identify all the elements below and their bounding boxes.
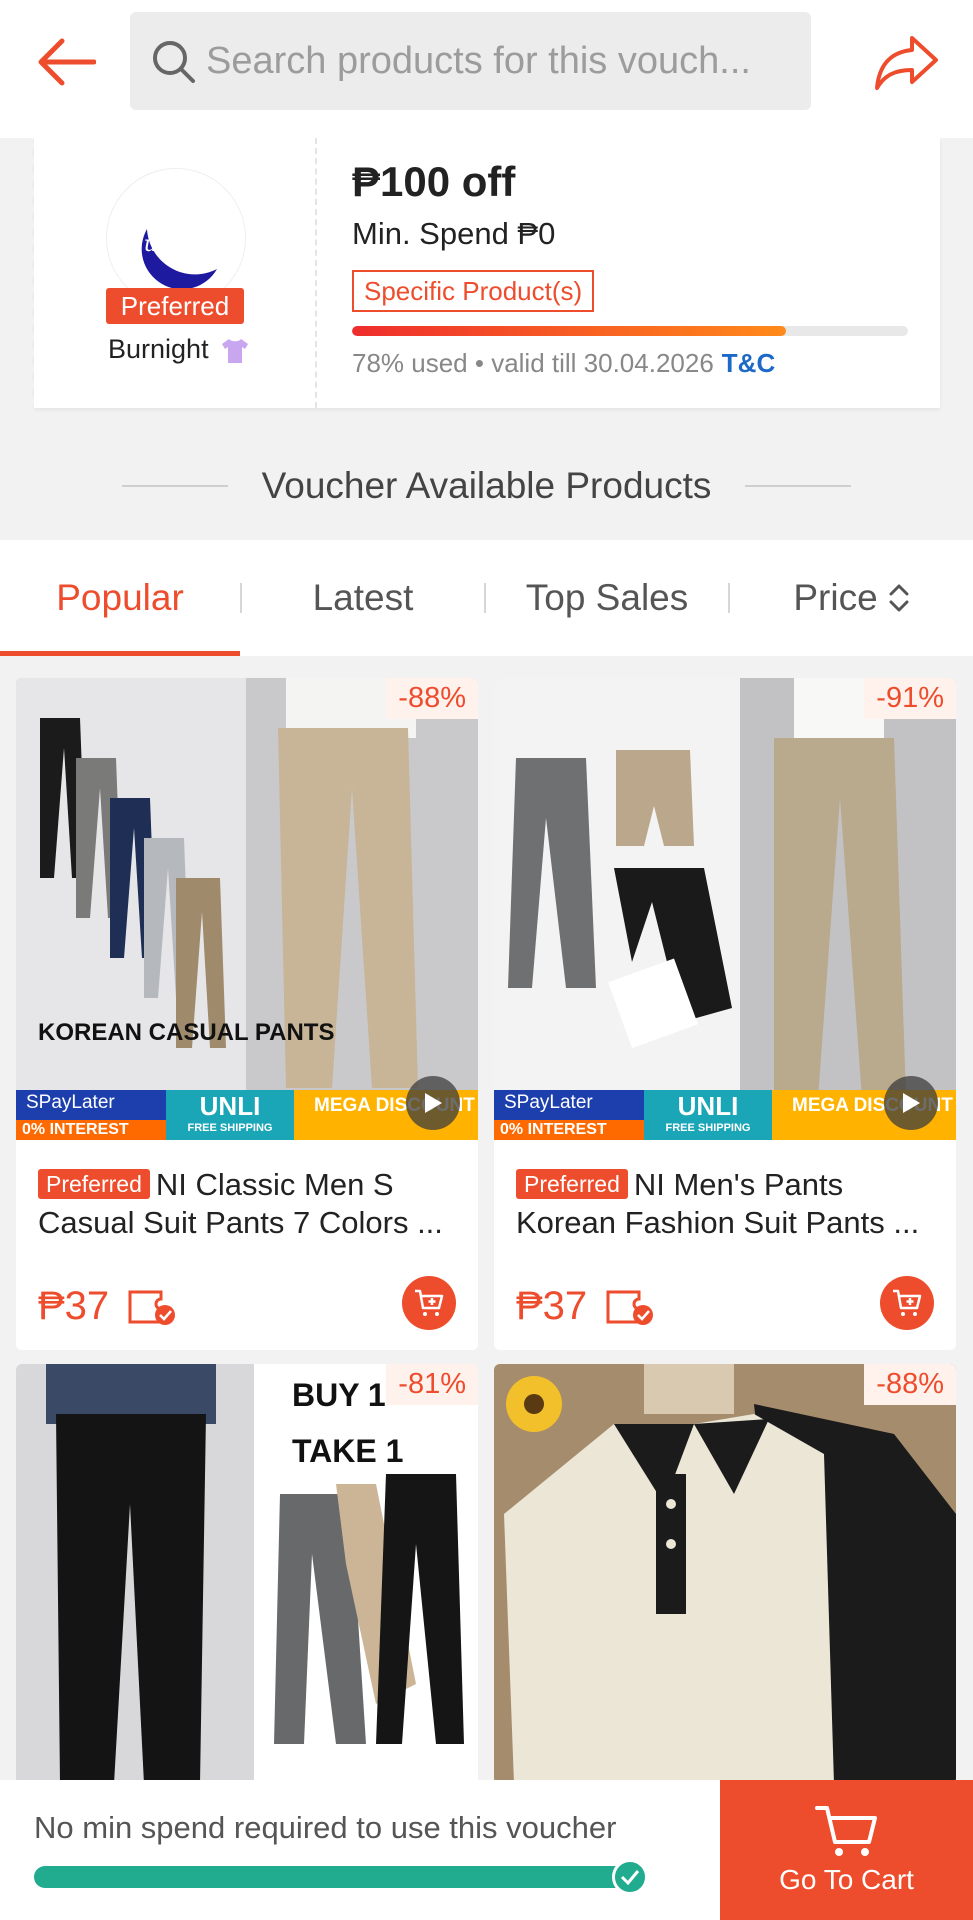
tab-popular[interactable]: Popular (0, 540, 240, 656)
sort-tabs: Popular Latest Top Sales Price (0, 540, 973, 656)
tc-link[interactable]: T&C (722, 348, 775, 378)
divider (121, 485, 228, 487)
product-price-row: ₱37 (38, 1284, 177, 1329)
share-button[interactable] (869, 26, 945, 98)
svg-text:Burnight: Burnight (126, 232, 226, 257)
product-price: ₱37 (38, 1284, 110, 1328)
voucher-usage-text: 78% used • valid till 30.04.2026 (352, 348, 714, 378)
header: Search products for this vouch... (0, 0, 973, 138)
product-price: ₱37 (516, 1284, 588, 1328)
tab-latest[interactable]: Latest (242, 540, 484, 656)
tab-price[interactable]: Price (730, 540, 973, 656)
product-image[interactable]: -88% (494, 1364, 956, 1784)
voucher-icon (128, 1290, 176, 1325)
discount-badge: -88% (864, 1364, 956, 1405)
tshirt-icon (222, 338, 249, 363)
discount-badge: -91% (864, 678, 956, 719)
svg-text:KOREAN CASUAL PANTS: KOREAN CASUAL PANTS (38, 1019, 334, 1046)
play-icon (903, 1093, 920, 1113)
add-to-cart-button[interactable] (880, 1276, 934, 1330)
tab-label: Latest (312, 577, 414, 618)
svg-text:TAKE 1: TAKE 1 (292, 1433, 403, 1469)
product-price-row: ₱37 (516, 1284, 655, 1329)
discount-badge: -81% (386, 1364, 478, 1405)
play-video-button[interactable] (884, 1076, 938, 1130)
section-heading: Voucher Available Products (0, 450, 973, 522)
divider (745, 485, 852, 487)
bottom-bar: No min spend required to use this vouche… (0, 1780, 973, 1920)
min-spend-progress-bar (34, 1866, 640, 1888)
spaylater-badge: SPayLater 0% INTEREST (16, 1090, 166, 1140)
sort-icon (889, 584, 909, 612)
svg-text:BUY 1: BUY 1 (292, 1377, 386, 1413)
voucher-usage-bar (352, 326, 908, 336)
product-photo-pants: KOREAN CASUAL PANTS (16, 678, 478, 1140)
voucher-usage-fill (352, 326, 786, 336)
product-info: Preferred NI Men's Pants Korean Fashion S… (494, 1140, 956, 1350)
add-to-cart-button[interactable] (402, 1276, 456, 1330)
add-to-cart-icon (415, 1289, 444, 1316)
tab-label: Price (793, 577, 878, 618)
product-card[interactable]: -88% (494, 1364, 956, 1784)
discount-badge: -88% (386, 678, 478, 719)
product-card[interactable]: SPayLater 0% INTEREST UNLI FREE SHIPPING M… (494, 678, 956, 1350)
product-card[interactable]: BUY 1 TAKE 1 -81% (16, 1364, 478, 1784)
section-title: Voucher Available Products (261, 465, 712, 506)
play-icon (425, 1093, 442, 1113)
shop-logo[interactable]: Burnight (106, 168, 246, 308)
product-photo-pants: BUY 1 TAKE 1 (16, 1364, 478, 1784)
product-image[interactable]: KOREAN CASUAL PANTS SPayLater 0% INTEREST… (16, 678, 478, 1140)
search-icon (153, 41, 195, 83)
add-to-cart-icon (893, 1289, 922, 1316)
voucher-usage-row: 78% used • valid till 30.04.2026 T&C (352, 348, 775, 379)
go-to-cart-label: Go To Cart (779, 1864, 914, 1895)
product-image[interactable]: SPayLater 0% INTEREST UNLI FREE SHIPPING M… (494, 678, 956, 1140)
voucher-scope-tag: Specific Product(s) (352, 270, 595, 312)
preferred-badge: Preferred (38, 1169, 150, 1199)
preferred-badge: Preferred (106, 288, 244, 324)
voucher-icon (606, 1290, 654, 1325)
play-video-button[interactable] (406, 1076, 460, 1130)
search-bar[interactable]: Search products for this vouch... (130, 12, 811, 110)
spaylater-badge: SPayLater 0% INTEREST (494, 1090, 644, 1140)
shop-name-row: Burnight (108, 334, 250, 365)
min-spend-status-text: No min spend required to use this vouche… (34, 1810, 617, 1845)
product-image[interactable]: BUY 1 TAKE 1 -81% (16, 1364, 478, 1784)
voucher-edge (28, 138, 40, 408)
cart-icon (814, 1806, 877, 1856)
tab-top-sales[interactable]: Top Sales (486, 540, 728, 656)
free-shipping-badge: UNLI FREE SHIPPING (166, 1090, 294, 1140)
voucher-shop-panel: Burnight Preferred Burnight (28, 138, 317, 408)
voucher-card: Burnight Preferred Burnight ₱100 off Min… (28, 138, 940, 408)
go-to-cart-button[interactable]: Go To Cart (720, 1780, 973, 1920)
share-icon (875, 36, 938, 90)
tab-label: Top Sales (525, 577, 689, 618)
tab-label: Popular (56, 577, 184, 618)
product-name-row: Preferred NI Classic Men S Casual Suit Pa… (38, 1166, 456, 1242)
search-input[interactable]: Search products for this vouch... (206, 40, 796, 83)
check-icon (612, 1859, 648, 1895)
free-shipping-badge: UNLI FREE SHIPPING (644, 1090, 772, 1140)
shop-name: Burnight (108, 334, 209, 364)
product-name-row: Preferred NI Men's Pants Korean Fashion S… (516, 1166, 934, 1242)
product-info: Preferred NI Classic Men S Casual Suit Pa… (16, 1140, 478, 1350)
voucher-min-spend: Min. Spend ₱0 (352, 216, 556, 251)
product-photo-pants (494, 678, 956, 1140)
page: Search products for this vouch... Burnig… (0, 0, 973, 1920)
back-arrow-icon (38, 38, 96, 86)
product-card[interactable]: KOREAN CASUAL PANTS SPayLater 0% INTEREST… (16, 678, 478, 1350)
voucher-title: ₱100 off (352, 158, 516, 205)
back-button[interactable] (28, 28, 104, 96)
product-photo-polo (494, 1364, 956, 1784)
preferred-badge: Preferred (516, 1169, 628, 1199)
